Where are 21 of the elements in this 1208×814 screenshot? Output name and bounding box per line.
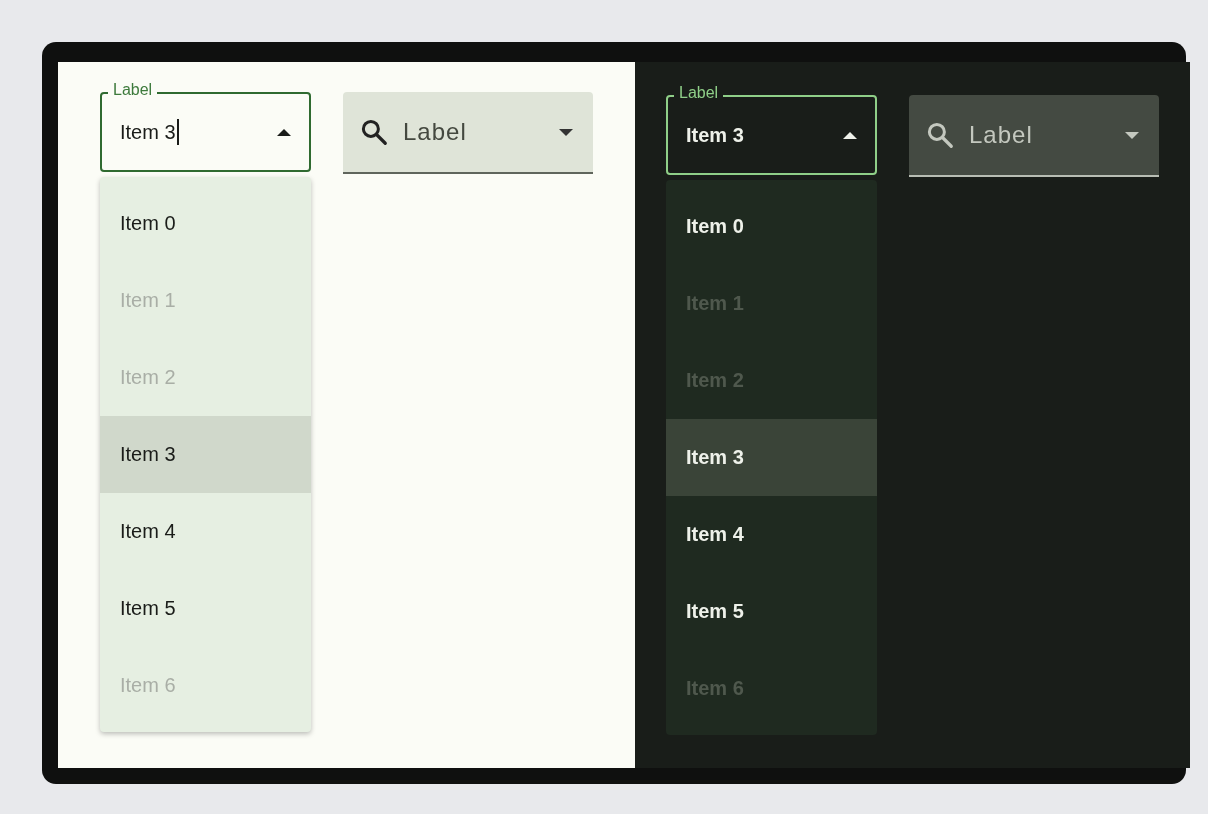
menu-item[interactable]: Item 5 [100, 570, 311, 647]
menu-item[interactable]: Item 0 [666, 188, 877, 265]
text-cursor [176, 119, 179, 145]
field-value: Item 3 [120, 119, 179, 145]
menu-item[interactable]: Item 3 [100, 416, 311, 493]
placeholder-text: Label [969, 121, 1034, 149]
placeholder-text: Label [403, 118, 468, 146]
caret-down-icon [559, 128, 573, 136]
menu-item[interactable]: Item 4 [666, 496, 877, 573]
search-field[interactable]: Label [343, 92, 593, 174]
caret-down-icon [1125, 131, 1139, 139]
search-icon [359, 117, 389, 147]
menu-item[interactable]: Item 5 [666, 573, 877, 650]
menu-item[interactable]: Item 3 [666, 419, 877, 496]
field-value: Item 3 [686, 123, 744, 147]
search-icon [925, 120, 955, 150]
menu-item[interactable]: Item 4 [100, 493, 311, 570]
search-field[interactable]: Label [909, 95, 1159, 177]
caret-up-icon [277, 128, 291, 136]
menu-item[interactable]: Item 0 [100, 185, 311, 262]
caret-up-icon [843, 131, 857, 139]
